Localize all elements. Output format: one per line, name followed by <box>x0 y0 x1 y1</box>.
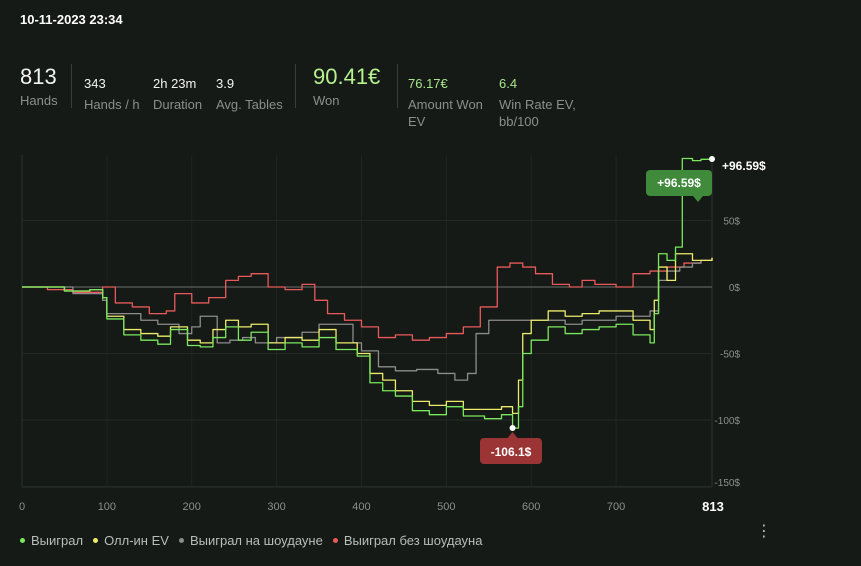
legend-label: Выиграл <box>31 533 84 548</box>
more-options-icon[interactable]: ⋮ <box>756 524 772 540</box>
x-tick-label: 200 <box>183 501 201 513</box>
min-label: -106.1$ <box>491 445 532 459</box>
legend-dot <box>178 538 184 543</box>
x-tick-label: 400 <box>352 501 370 513</box>
chart-axes: 0 100 200 300 400 500 600 700 813 50$ 0$ -50$ -100$ -… <box>19 217 741 515</box>
legend-item-allin-ev[interactable]: Олл-ин EV <box>93 533 169 548</box>
chart-legend: Выиграл Олл-ин EV Выиграл на шоудауне Вы… <box>20 533 492 548</box>
legend-label: Выиграл без шоудауна <box>343 533 483 548</box>
legend-item-won[interactable]: Выиграл <box>20 533 83 548</box>
y-tick-label: 50$ <box>723 217 740 228</box>
x-end-label: 813 <box>702 499 724 514</box>
y-tick-label: -150$ <box>714 478 740 489</box>
legend-label: Олл-ин EV <box>104 533 169 548</box>
x-tick-label: 700 <box>607 501 625 513</box>
chart-grid <box>21 155 713 488</box>
series-line-1 <box>22 253 713 415</box>
y-tick-label: -100$ <box>714 416 740 427</box>
end-label: +96.59$ <box>722 159 766 173</box>
legend-dot <box>93 538 99 543</box>
y-tick-label: -50$ <box>720 350 740 361</box>
series-line-3 <box>22 257 713 341</box>
profit-chart: 0 100 200 300 400 500 600 700 813 50$ 0$ -50$ -100$ -… <box>19 155 766 515</box>
y-tick-label: 0$ <box>729 283 741 294</box>
end-point-marker <box>709 156 715 162</box>
x-tick-label: 0 <box>19 501 25 513</box>
x-tick-label: 600 <box>522 501 540 513</box>
legend-item-non-showdown[interactable]: Выиграл без шоудауна <box>332 533 483 548</box>
series-line-2 <box>22 257 713 381</box>
hand-history-page: 10-11-2023 23:34 813 Hands 343 Hands / h… <box>0 0 861 566</box>
legend-dot <box>332 538 338 543</box>
x-tick-label: 500 <box>437 501 455 513</box>
max-label: +96.59$ <box>657 176 701 190</box>
max-badge-pointer <box>693 196 703 202</box>
min-badge-pointer <box>507 432 518 438</box>
x-tick-label: 300 <box>267 501 285 513</box>
legend-item-showdown[interactable]: Выиграл на шоудауне <box>178 533 323 548</box>
series-line-0 <box>22 157 713 429</box>
min-point-marker <box>509 425 516 431</box>
chart-series <box>22 157 713 429</box>
legend-label: Выиграл на шоудауне <box>189 533 323 548</box>
x-tick-label: 100 <box>98 501 116 513</box>
legend-dot <box>20 538 25 543</box>
